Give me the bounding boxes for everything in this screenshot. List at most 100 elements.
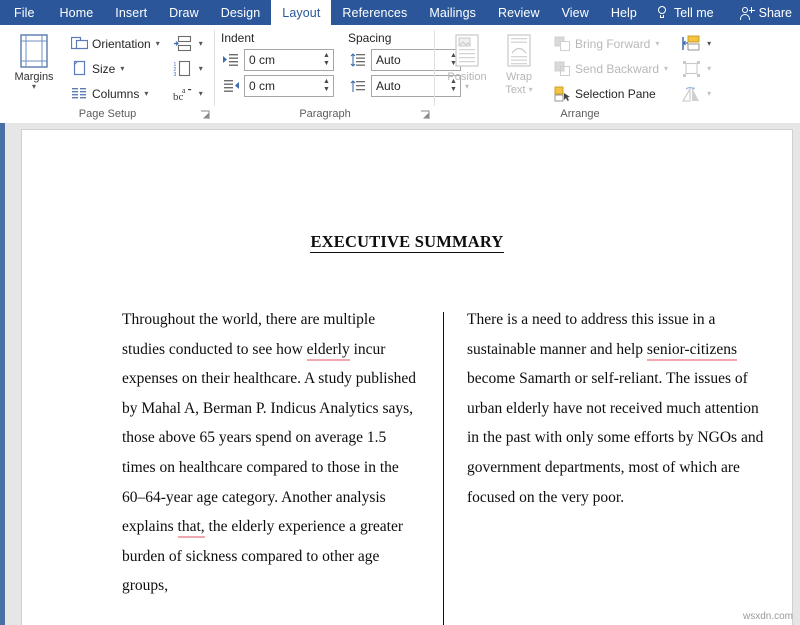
tab-design-label: Design xyxy=(221,6,261,20)
svg-text:3: 3 xyxy=(174,72,177,78)
rotate-icon xyxy=(679,83,703,104)
bring-forward-button[interactable]: Bring Forward ▾ xyxy=(549,31,671,56)
position-button[interactable]: Position ▾ xyxy=(441,29,493,91)
columns-label: Columns xyxy=(92,87,139,101)
page-title-text: EXECUTIVE SUMMARY xyxy=(310,232,503,253)
tab-home[interactable]: Home xyxy=(49,0,105,25)
titlebar-spacer xyxy=(722,0,734,25)
text-run: become Samarth or self-reliant. The issu… xyxy=(467,370,763,505)
group-icon xyxy=(679,58,703,79)
paragraph-dialog-launcher-icon[interactable] xyxy=(420,110,431,121)
tab-help[interactable]: Help xyxy=(600,0,648,25)
send-backward-chevron-down-icon[interactable]: ▾ xyxy=(664,64,668,73)
size-label: Size xyxy=(92,62,115,76)
line-numbers-button[interactable]: 123 ▾ xyxy=(169,56,205,81)
indent-left-value: 0 cm xyxy=(245,53,320,67)
size-icon xyxy=(69,59,89,79)
wrap-text-button[interactable]: Wrap Text ▾ xyxy=(493,29,545,96)
spellcheck-run: senior-citizens xyxy=(647,341,737,361)
columns-icon xyxy=(69,84,89,104)
wrap-text-label-line1: Wrap xyxy=(506,71,532,83)
indent-right-stepper[interactable]: ▲▼ xyxy=(320,76,333,96)
person-plus-icon xyxy=(740,6,755,20)
orientation-icon xyxy=(69,34,89,54)
tab-mailings-label: Mailings xyxy=(429,6,476,20)
tab-references[interactable]: References xyxy=(331,0,418,25)
group-button[interactable]: ▾ xyxy=(677,56,713,81)
tab-draw[interactable]: Draw xyxy=(158,0,210,25)
margins-chevron-down-icon[interactable]: ▾ xyxy=(32,83,36,91)
line-numbers-chevron-down-icon[interactable]: ▾ xyxy=(199,64,203,73)
breaks-button[interactable]: ▾ xyxy=(169,31,205,56)
tab-insert-label: Insert xyxy=(115,6,147,20)
tab-file-label: File xyxy=(14,6,35,20)
page-setup-icon-list: ▾ 123 ▾ xyxy=(169,29,205,106)
indent-header: Indent xyxy=(221,29,334,48)
indent-left-input[interactable]: 0 cm ▲▼ xyxy=(244,49,334,71)
orientation-button[interactable]: Orientation ▾ xyxy=(66,31,163,56)
hyphenation-chevron-down-icon[interactable]: ▾ xyxy=(199,89,203,98)
right-column[interactable]: There is a need to address this issue in… xyxy=(467,305,767,601)
spellcheck-run: elderly xyxy=(307,341,350,361)
column-separator-line xyxy=(443,312,444,625)
svg-text:a: a xyxy=(182,86,186,95)
paragraph-group-title: Paragraph xyxy=(215,106,435,123)
tab-file[interactable]: File xyxy=(0,0,49,25)
selection-pane-button[interactable]: Selection Pane xyxy=(549,81,671,106)
send-backward-button[interactable]: Send Backward ▾ xyxy=(549,56,671,81)
indent-right-value: 0 cm xyxy=(245,79,320,93)
ribbon-empty-area xyxy=(725,25,800,123)
orientation-chevron-down-icon[interactable]: ▾ xyxy=(156,39,160,48)
tab-insert[interactable]: Insert xyxy=(104,0,158,25)
spacing-after-icon xyxy=(348,76,368,96)
document-canvas[interactable]: EXECUTIVE SUMMARY Throughout the world, … xyxy=(0,123,800,625)
page-title: EXECUTIVE SUMMARY xyxy=(22,232,792,252)
share-label: Share xyxy=(759,6,792,20)
indent-right-input[interactable]: 0 cm ▲▼ xyxy=(244,75,334,97)
tab-references-label: References xyxy=(342,6,407,20)
align-button[interactable]: ▾ xyxy=(677,31,713,56)
lightbulb-icon xyxy=(656,6,668,20)
tab-design[interactable]: Design xyxy=(210,0,272,25)
margins-button[interactable]: Margins ▾ xyxy=(8,29,60,91)
position-chevron-down-icon[interactable]: ▾ xyxy=(465,83,469,91)
wrap-text-chevron-down-icon[interactable]: ▾ xyxy=(529,85,533,94)
left-column[interactable]: Throughout the world, there are multiple… xyxy=(122,305,422,601)
indent-left-icon xyxy=(221,50,241,70)
columns-button[interactable]: Columns ▾ xyxy=(66,81,163,106)
share-button[interactable]: Share xyxy=(734,0,800,25)
tab-review-label: Review xyxy=(498,6,540,20)
tab-view-label: View xyxy=(562,6,589,20)
breaks-chevron-down-icon[interactable]: ▾ xyxy=(199,39,203,48)
document-body[interactable]: EXECUTIVE SUMMARY Throughout the world, … xyxy=(22,130,792,625)
rotate-chevron-down-icon[interactable]: ▾ xyxy=(707,89,711,98)
indent-left-stepper[interactable]: ▲▼ xyxy=(320,50,333,70)
send-backward-icon xyxy=(552,59,572,79)
size-chevron-down-icon[interactable]: ▾ xyxy=(120,64,124,73)
ribbon: Margins ▾ Orientation ▾ xyxy=(0,25,800,124)
tab-draw-label: Draw xyxy=(169,6,199,20)
text-run: incur expenses on their healthcare. A st… xyxy=(122,341,416,536)
tab-mailings[interactable]: Mailings xyxy=(418,0,487,25)
group-chevron-down-icon[interactable]: ▾ xyxy=(707,64,711,73)
hyphenation-button[interactable]: bc a ▾ xyxy=(169,81,205,106)
tab-layout[interactable]: Layout xyxy=(271,0,331,25)
wrap-text-icon xyxy=(504,32,534,70)
bring-forward-chevron-down-icon[interactable]: ▾ xyxy=(655,39,659,48)
tell-me-search[interactable]: Tell me xyxy=(648,0,722,25)
page-setup-dialog-launcher-icon[interactable] xyxy=(200,110,211,121)
tab-layout-label: Layout xyxy=(282,6,320,20)
document-page[interactable]: EXECUTIVE SUMMARY Throughout the world, … xyxy=(22,130,792,625)
columns-chevron-down-icon[interactable]: ▾ xyxy=(144,89,148,98)
page-setup-group-title: Page Setup xyxy=(0,106,215,123)
rotate-button[interactable]: ▾ xyxy=(677,81,713,106)
tab-view[interactable]: View xyxy=(551,0,600,25)
line-numbers-icon: 123 xyxy=(171,58,195,79)
page-setup-command-list: Orientation ▾ Size ▾ xyxy=(66,29,163,106)
arrange-icon-list: ▾ ▾ xyxy=(677,29,713,106)
align-chevron-down-icon[interactable]: ▾ xyxy=(707,39,711,48)
tab-review[interactable]: Review xyxy=(487,0,551,25)
send-backward-label: Send Backward xyxy=(575,62,659,76)
bring-forward-icon xyxy=(552,34,572,54)
size-button[interactable]: Size ▾ xyxy=(66,56,163,81)
